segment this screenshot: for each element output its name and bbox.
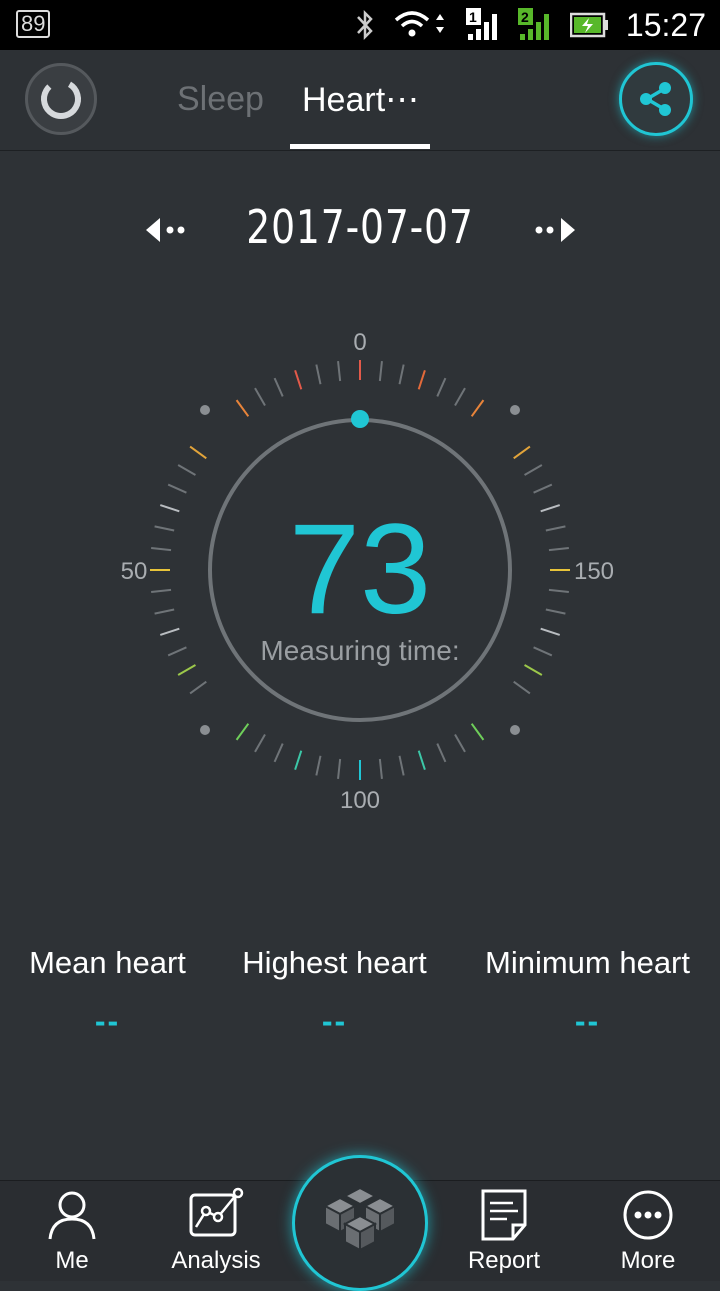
tab-sleep[interactable]: Sleep bbox=[177, 80, 264, 119]
gauge-tick bbox=[436, 743, 447, 763]
gauge-tick bbox=[417, 750, 426, 771]
gauge-tick bbox=[294, 750, 303, 771]
gauge-tick bbox=[273, 743, 284, 763]
gauge-tick bbox=[398, 755, 405, 776]
clock: 15:27 bbox=[625, 6, 706, 43]
nav-report[interactable]: Report bbox=[454, 1181, 554, 1281]
gauge-tick bbox=[470, 399, 485, 417]
nav-me[interactable]: Me bbox=[22, 1181, 122, 1281]
gauge-tick bbox=[513, 680, 531, 695]
gauge-label-top: 0 bbox=[353, 329, 366, 356]
gauge-tick bbox=[167, 483, 187, 494]
sync-button[interactable] bbox=[25, 63, 97, 135]
gauge-corner-dot bbox=[510, 405, 520, 415]
gauge-tick bbox=[177, 464, 196, 476]
gauge-tick bbox=[470, 723, 485, 741]
status-bar: 89 1 2 15:27 bbox=[0, 0, 720, 50]
gauge-tick bbox=[398, 364, 405, 385]
gauge-tick bbox=[273, 377, 284, 397]
share-button[interactable] bbox=[619, 62, 693, 136]
nav-device-button[interactable] bbox=[292, 1155, 428, 1291]
stat-minimum-heart: Minimum heart -- bbox=[475, 945, 700, 1040]
gauge-tick bbox=[315, 755, 322, 776]
stat-label: Highest heart bbox=[242, 945, 427, 980]
gauge-corner-dot bbox=[510, 725, 520, 735]
gauge-tick bbox=[513, 445, 531, 460]
gauge-tick bbox=[254, 734, 266, 753]
nav-label: Me bbox=[55, 1247, 89, 1274]
gauge-tick bbox=[378, 758, 383, 779]
battery-charging-icon bbox=[569, 12, 608, 38]
gauge-tick bbox=[294, 369, 303, 390]
analysis-chart-icon bbox=[189, 1187, 244, 1237]
wifi-icon bbox=[394, 11, 444, 37]
gauge-tick bbox=[524, 464, 543, 476]
status-icons: 1 2 15:27 bbox=[354, 0, 706, 50]
nav-label: Report bbox=[467, 1247, 541, 1274]
heart-rate-value: 73 bbox=[288, 498, 432, 641]
gauge-tick bbox=[337, 758, 342, 779]
gauge-tick bbox=[436, 377, 447, 397]
person-icon bbox=[48, 1191, 96, 1240]
gauge-tick bbox=[337, 361, 342, 382]
gauge-tick bbox=[254, 387, 266, 406]
stat-highest-heart: Highest heart -- bbox=[232, 945, 437, 1040]
measuring-time-label: Measuring time: bbox=[260, 635, 460, 666]
gauge-tick bbox=[454, 387, 466, 406]
gauge-tick bbox=[454, 734, 466, 753]
gauge-label-bottom: 100 bbox=[340, 787, 380, 814]
heart-stats: Mean heart -- Highest heart -- Minimum h… bbox=[0, 945, 720, 1045]
sync-ring-icon bbox=[41, 79, 81, 119]
gauge-corner-dot bbox=[200, 725, 210, 735]
gauge-tick bbox=[189, 445, 207, 460]
nav-more[interactable]: More bbox=[598, 1181, 698, 1281]
gauge-tick bbox=[235, 399, 250, 417]
stat-mean-heart: Mean heart -- bbox=[20, 945, 195, 1040]
next-day-arrow-icon[interactable] bbox=[525, 212, 585, 248]
report-document-icon bbox=[481, 1189, 527, 1241]
stat-value: -- bbox=[574, 1003, 601, 1039]
nav-analysis[interactable]: Analysis bbox=[160, 1181, 272, 1281]
gauge-tick bbox=[189, 680, 207, 695]
gauge-tick bbox=[378, 361, 383, 382]
notification-count: 89 bbox=[16, 10, 51, 38]
gauge-corner-dot bbox=[200, 405, 210, 415]
svg-text:1: 1 bbox=[469, 9, 477, 25]
gauge-tick bbox=[235, 723, 250, 741]
tab-heart[interactable]: Heart⋯ bbox=[302, 80, 419, 120]
nav-label: Analysis bbox=[171, 1247, 261, 1274]
stat-value: -- bbox=[321, 1003, 348, 1039]
gauge-tick bbox=[315, 364, 322, 385]
gauge-tick bbox=[533, 483, 553, 494]
nav-label: More bbox=[620, 1247, 676, 1274]
signal-sim2-icon: 2 bbox=[517, 8, 549, 40]
stat-value: -- bbox=[94, 1003, 121, 1039]
active-tab-indicator bbox=[290, 144, 430, 149]
date-navigator: 2017-07-07 bbox=[0, 200, 720, 260]
gauge-tick bbox=[417, 369, 426, 390]
share-icon bbox=[640, 82, 671, 116]
more-dots-icon bbox=[623, 1190, 673, 1240]
stat-label: Minimum heart bbox=[485, 945, 690, 980]
cube-stack-icon bbox=[322, 1186, 398, 1252]
stat-label: Mean heart bbox=[29, 945, 186, 980]
app-header: Sleep Heart⋯ bbox=[0, 50, 720, 151]
gauge-indicator-dot bbox=[351, 410, 369, 428]
bluetooth-icon bbox=[357, 9, 373, 41]
svg-text:2: 2 bbox=[521, 9, 529, 25]
signal-sim1-icon: 1 bbox=[465, 8, 497, 40]
